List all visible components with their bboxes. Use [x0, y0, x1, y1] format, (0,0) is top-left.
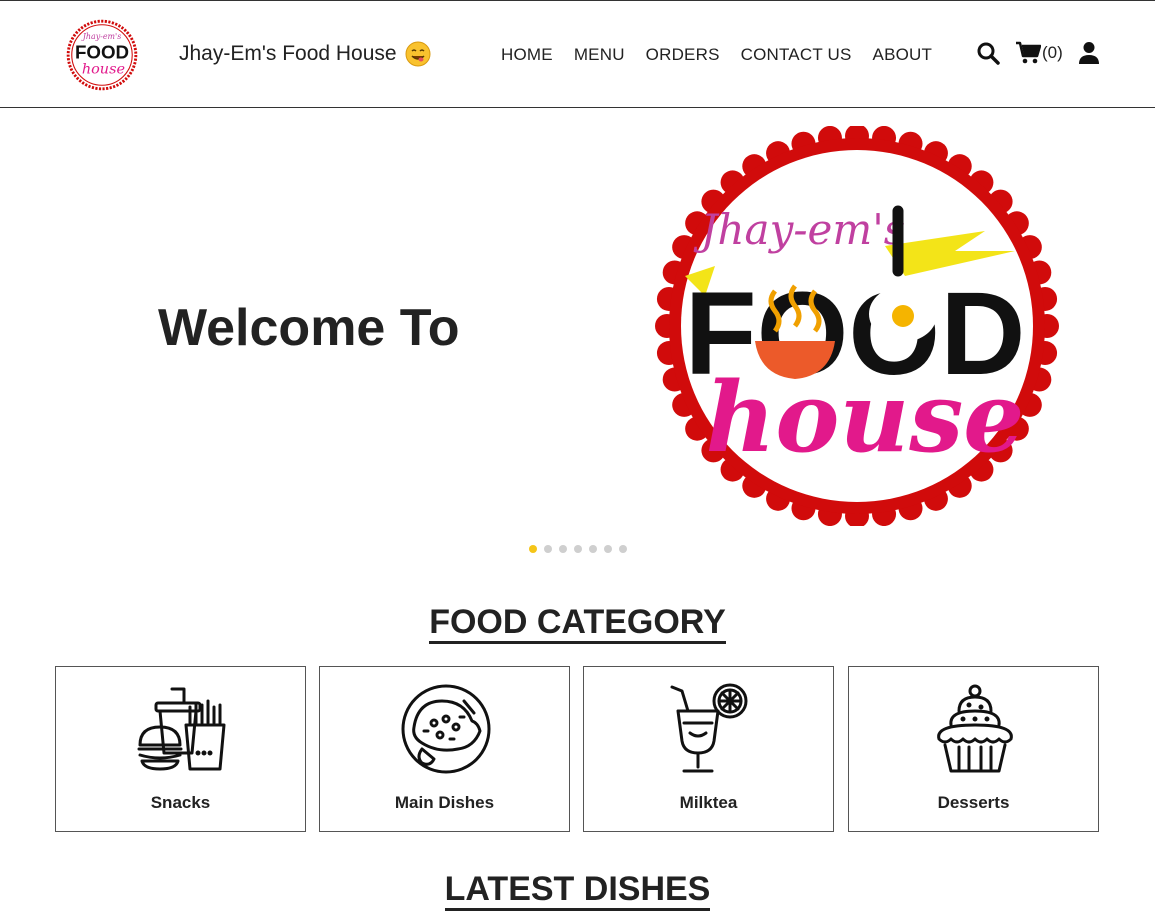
carousel-dot-6[interactable]	[604, 545, 612, 553]
nav-orders[interactable]: ORDERS	[646, 45, 720, 65]
category-label: Milktea	[679, 793, 738, 812]
category-card-milktea[interactable]: Milktea	[583, 666, 834, 832]
carousel-dot-2[interactable]	[544, 545, 552, 553]
hero-logo: Jhay-em's FOOD house	[655, 126, 1059, 526]
main-dishes-icon	[401, 684, 491, 774]
carousel-indicators	[529, 545, 627, 553]
category-label: Snacks	[150, 793, 211, 812]
milktea-icon	[670, 683, 748, 773]
nav-logo[interactable]: Jhay-em's FOOD house	[66, 19, 138, 91]
search-icon	[977, 42, 1000, 65]
carousel-dot-1[interactable]	[529, 545, 537, 553]
carousel-dot-3[interactable]	[559, 545, 567, 553]
category-card-main-dishes[interactable]: Main Dishes	[319, 666, 570, 832]
smile-emoji-icon	[405, 41, 431, 67]
dessert-icon	[937, 684, 1013, 773]
svg-text:Jhay-em's: Jhay-em's	[693, 205, 906, 254]
nav-home[interactable]: HOME	[501, 45, 553, 65]
carousel-dot-7[interactable]	[619, 545, 627, 553]
account-button[interactable]	[1078, 41, 1100, 65]
food-category-title: FOOD CATEGORY	[429, 603, 726, 644]
carousel-dot-5[interactable]	[589, 545, 597, 553]
nav-contact-us[interactable]: CONTACT US	[741, 45, 852, 65]
brand-name: Jhay-Em's Food House	[179, 42, 397, 65]
hero-welcome-text: Welcome To	[158, 299, 460, 357]
nav-icons: (0)	[976, 41, 1100, 65]
category-label: Desserts	[937, 793, 1010, 812]
snacks-icon	[137, 687, 226, 771]
food-category-heading: FOOD CATEGORY	[0, 603, 1155, 644]
category-label: Main Dishes	[394, 793, 495, 812]
category-card-snacks[interactable]: Snacks	[55, 666, 306, 832]
cart-button[interactable]: (0)	[1015, 41, 1063, 65]
latest-dishes-heading: LATEST DISHES	[0, 870, 1155, 911]
carousel-dot-4[interactable]	[574, 545, 582, 553]
svg-text:Jhay-em's: Jhay-em's	[81, 32, 122, 41]
nav-about[interactable]: ABOUT	[873, 45, 933, 65]
cart-count: (0)	[1042, 43, 1063, 62]
user-icon	[1078, 42, 1099, 64]
svg-text:house: house	[706, 361, 1025, 474]
brand-title[interactable]: Jhay-Em's Food House	[179, 41, 431, 67]
category-card-desserts[interactable]: Desserts	[848, 666, 1099, 832]
cart-icon	[1016, 41, 1041, 64]
latest-dishes-title: LATEST DISHES	[444, 870, 711, 911]
svg-text:house: house	[82, 62, 125, 78]
nav-menu[interactable]: MENU	[574, 45, 625, 65]
search-button[interactable]	[976, 41, 1000, 65]
main-nav: HOME MENU ORDERS CONTACT US ABOUT	[501, 45, 932, 65]
navbar: Jhay-em's FOOD house Jhay-Em's Food Hous…	[0, 0, 1155, 108]
svg-text:FOOD: FOOD	[75, 42, 129, 63]
